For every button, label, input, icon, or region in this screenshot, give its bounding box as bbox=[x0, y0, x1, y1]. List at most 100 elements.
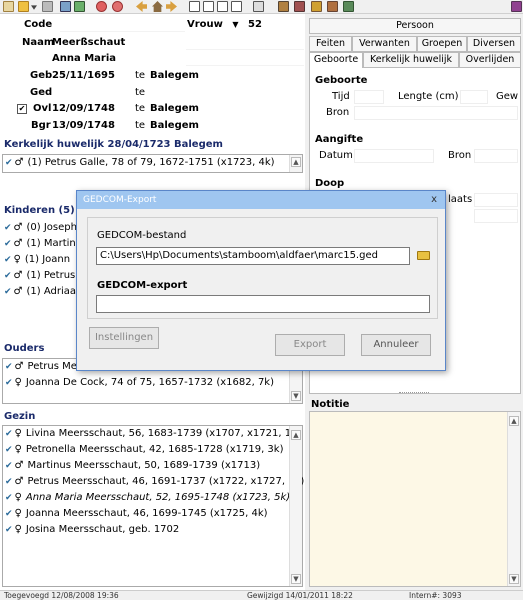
dropdown-icon[interactable] bbox=[31, 5, 37, 10]
list-item-current[interactable]: ✔ ♀ Anna Maria Meersschaut, 52, 1695-1748 … bbox=[5, 492, 290, 503]
male-icon: ♂ bbox=[13, 270, 23, 281]
people-icon[interactable] bbox=[343, 1, 354, 12]
status-toegevoegd: Toegevoegd 12/08/2008 19:36 bbox=[4, 591, 119, 600]
list-item[interactable]: ✔ ♂ (1) Petrus Galle, 78 of 79, 1672-1751 … bbox=[5, 157, 275, 168]
open-icon[interactable] bbox=[18, 1, 29, 12]
scroll-up-icon[interactable]: ▲ bbox=[509, 416, 519, 426]
settings-icon[interactable] bbox=[311, 1, 322, 12]
sex-select[interactable]: Vrouw ▼ bbox=[187, 19, 239, 30]
family-icon[interactable] bbox=[60, 1, 71, 12]
scroll-down-icon[interactable]: ▼ bbox=[509, 574, 519, 584]
tab-kerkelijk-huwelijk[interactable]: Kerkelijk huwelijk bbox=[363, 52, 459, 68]
voornaam-extra-field[interactable] bbox=[186, 52, 304, 66]
datum-field[interactable] bbox=[354, 149, 434, 163]
list-item[interactable]: ✔ ♂ Petrus Me bbox=[5, 361, 77, 372]
list-item[interactable]: ✔ ♀ Petronella Meersschaut, 42, 1685-1728 … bbox=[5, 444, 283, 455]
tab-persoon[interactable]: Persoon bbox=[309, 18, 521, 34]
splitter-handle[interactable] bbox=[399, 392, 429, 395]
home-icon[interactable] bbox=[152, 1, 163, 12]
check-icon: ✔ bbox=[5, 362, 13, 372]
tab-geboorte[interactable]: Geboorte bbox=[309, 52, 363, 68]
naam-value[interactable]: Meerßschaut bbox=[52, 37, 125, 48]
list-item[interactable]: ✔ ♀ Josina Meersschaut, geb. 1702 bbox=[5, 524, 179, 535]
tab-diversen[interactable]: Diversen bbox=[467, 36, 521, 52]
naam-extra-field[interactable] bbox=[186, 36, 304, 50]
bron-field[interactable] bbox=[354, 106, 518, 120]
dialog-title-bar[interactable]: GEDCOM-Export x bbox=[77, 191, 445, 209]
tab-verwanten[interactable]: Verwanten bbox=[352, 36, 417, 52]
tijd-field[interactable] bbox=[354, 90, 384, 104]
filter-icon[interactable] bbox=[112, 1, 123, 12]
close-icon[interactable]: x bbox=[431, 191, 437, 209]
hierarchy-icon[interactable] bbox=[294, 1, 305, 12]
chart-icon[interactable] bbox=[217, 1, 228, 12]
list-item[interactable]: ✔ ♀ Joanna De Cock, 74 of 75, 1657-1732 (x… bbox=[5, 377, 274, 388]
tab-overlijden[interactable]: Overlijden bbox=[459, 52, 521, 68]
ged-label: Ged bbox=[30, 87, 53, 98]
list-item[interactable]: ✔ ♂ (1) Martin bbox=[4, 238, 76, 249]
bestand-input[interactable]: C:\Users\Hp\Documents\stamboom\aldfaer\m… bbox=[96, 247, 410, 265]
annuleer-button[interactable]: Annuleer bbox=[361, 334, 431, 356]
geb-place[interactable]: Balegem bbox=[150, 70, 199, 81]
new-person-icon[interactable] bbox=[3, 1, 14, 12]
scrollbar[interactable]: ▲ bbox=[289, 155, 302, 172]
voornaam-value[interactable]: Anna Maria bbox=[52, 53, 116, 64]
check-icon: ✔ bbox=[5, 477, 13, 487]
list-item[interactable]: ✔ ♂ Petrus Meersschaut, 46, 1691-1737 (x17… bbox=[5, 476, 304, 487]
book-icon[interactable] bbox=[511, 1, 522, 12]
ged-te-label: te bbox=[135, 87, 146, 98]
list-item[interactable]: ✔ ♂ (1) Petrus bbox=[4, 270, 75, 281]
tab-feiten[interactable]: Feiten bbox=[309, 36, 352, 52]
list-icon[interactable] bbox=[203, 1, 214, 12]
window-icon[interactable] bbox=[231, 1, 242, 12]
plaats-extra-field[interactable] bbox=[474, 209, 518, 223]
list-item[interactable]: ✔ ♀ Joanna Meersschaut, 46, 1699-1745 (x17… bbox=[5, 508, 268, 519]
tab-groepen[interactable]: Groepen bbox=[417, 36, 467, 52]
check-icon: ✔ bbox=[4, 271, 12, 281]
check-icon: ✔ bbox=[5, 445, 13, 455]
male-icon: ♂ bbox=[14, 157, 24, 168]
plaats-field[interactable] bbox=[474, 193, 518, 207]
print-icon[interactable] bbox=[253, 1, 264, 12]
status-bar: Toegevoegd 12/08/2008 19:36 Gewijzigd 14… bbox=[0, 590, 523, 600]
save-icon[interactable] bbox=[42, 1, 53, 12]
notitie-field[interactable]: ▲ ▼ bbox=[309, 411, 521, 587]
list-item[interactable]: ✔ ♀ (1) Joann bbox=[4, 254, 70, 265]
back-icon[interactable] bbox=[136, 1, 147, 12]
instellingen-button[interactable]: Instellingen bbox=[89, 327, 159, 349]
list-item[interactable]: ✔ ♂ (0) Joseph bbox=[4, 222, 77, 233]
scroll-up-icon[interactable]: ▲ bbox=[291, 157, 301, 167]
list-item[interactable]: ✔ ♀ Livina Meersschaut, 56, 1683-1739 (x17… bbox=[5, 428, 301, 439]
cursor-icon[interactable] bbox=[278, 1, 289, 12]
ovl-date[interactable]: 12/09/1748 bbox=[52, 103, 115, 114]
bron2-field[interactable] bbox=[474, 149, 518, 163]
export-input[interactable] bbox=[96, 295, 430, 313]
search-icon[interactable] bbox=[96, 1, 107, 12]
dialog-group: GEDCOM-bestand C:\Users\Hp\Documents\sta… bbox=[87, 217, 438, 319]
check-icon: ✔ bbox=[4, 239, 12, 249]
ovl-checkbox[interactable]: ✔ bbox=[17, 104, 27, 114]
scrollbar[interactable]: ▲ ▼ bbox=[289, 426, 302, 586]
forward-icon[interactable] bbox=[166, 1, 177, 12]
scroll-down-icon[interactable]: ▼ bbox=[291, 574, 301, 584]
bgr-place[interactable]: Balegem bbox=[150, 120, 199, 131]
scroll-up-icon[interactable]: ▲ bbox=[291, 430, 301, 440]
lengte-field[interactable] bbox=[460, 90, 488, 104]
export-button[interactable]: Export bbox=[275, 334, 345, 356]
list-item[interactable]: ✔ ♂ Martinus Meersschaut, 50, 1689-1739 (x… bbox=[5, 460, 260, 471]
users-icon[interactable] bbox=[327, 1, 338, 12]
ovl-place[interactable]: Balegem bbox=[150, 103, 199, 114]
marriage-list[interactable]: ✔ ♂ (1) Petrus Galle, 78 of 79, 1672-1751 … bbox=[2, 154, 303, 173]
male-icon: ♂ bbox=[13, 222, 23, 233]
list-item[interactable]: ✔ ♂ (1) Adriaa bbox=[4, 286, 76, 297]
scroll-down-icon[interactable]: ▼ bbox=[291, 391, 301, 401]
tree-icon[interactable] bbox=[74, 1, 85, 12]
family-list[interactable]: ✔ ♀ Livina Meersschaut, 56, 1683-1739 (x17… bbox=[2, 425, 304, 587]
scrollbar[interactable]: ▲ ▼ bbox=[507, 412, 520, 586]
folder-icon[interactable] bbox=[417, 251, 430, 260]
bgr-date[interactable]: 13/09/1748 bbox=[52, 120, 115, 131]
grid-icon[interactable] bbox=[189, 1, 200, 12]
geb-date[interactable]: 25/11/1695 bbox=[52, 70, 115, 81]
check-icon: ✔ bbox=[5, 509, 13, 519]
code-field[interactable] bbox=[60, 18, 185, 32]
